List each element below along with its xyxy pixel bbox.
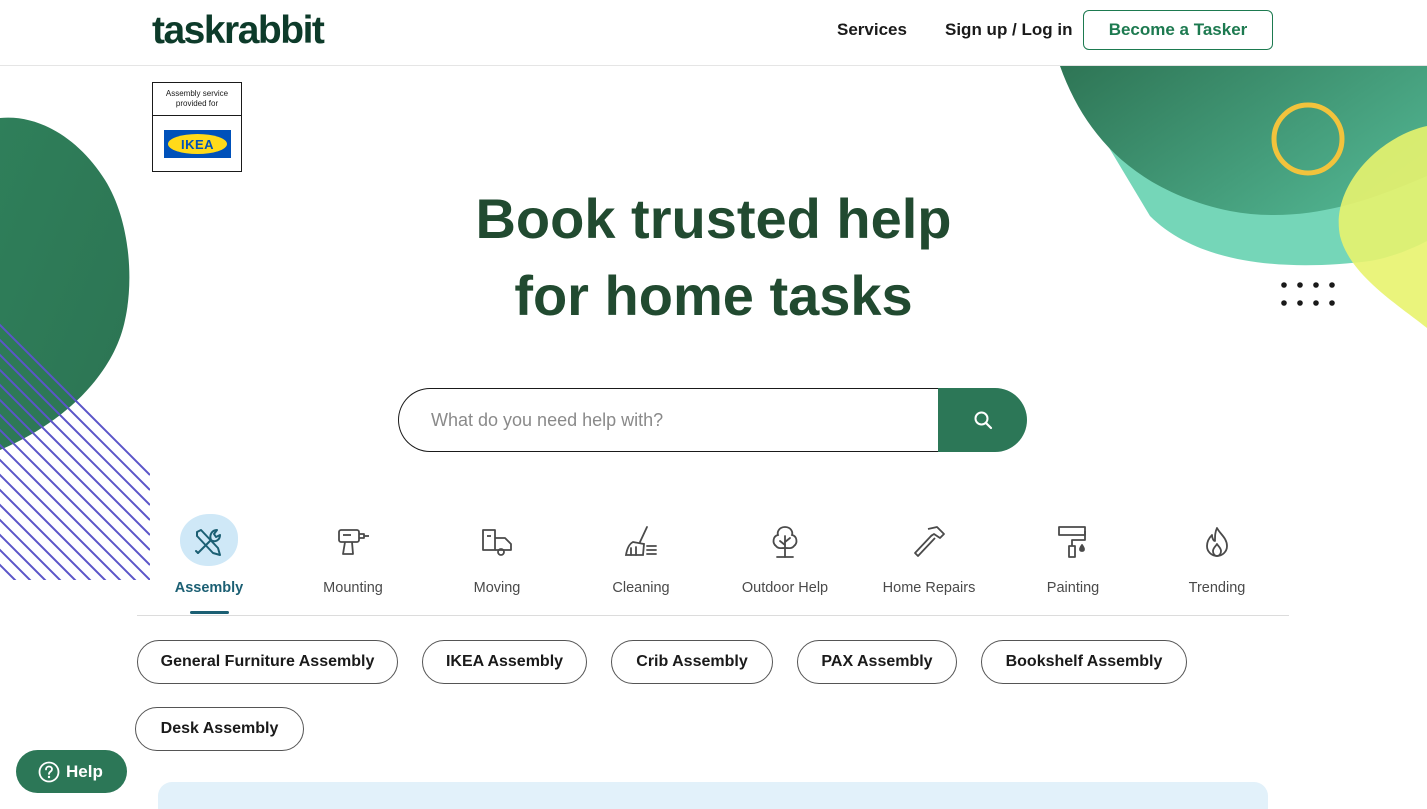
tab-label: Painting [1046, 580, 1100, 596]
tab-label: Trending [1188, 580, 1246, 596]
tab-label: Outdoor Help [741, 580, 829, 596]
nav-services-link[interactable]: Services [837, 20, 907, 40]
category-tabs: Assembly Mounting Moving Cleaning Outdoo… [137, 510, 1289, 616]
tab-mounting[interactable]: Mounting [281, 510, 425, 615]
ikea-logo: IKEA [164, 130, 231, 158]
tab-label: Assembly [174, 580, 244, 596]
tab-label: Mounting [323, 580, 383, 596]
broom-icon [619, 520, 663, 564]
hero-title-line1: Book trusted help [475, 187, 952, 250]
ikea-caption-line2: provided for [175, 99, 219, 108]
search-icon [974, 411, 992, 430]
ikea-caption-line1: Assembly service [165, 89, 229, 98]
hero-title-line2: for home tasks [514, 264, 913, 327]
tab-label: Moving [473, 580, 521, 596]
tab-cleaning[interactable]: Cleaning [569, 510, 713, 615]
active-tab-underline [190, 611, 229, 614]
chip-pax-assembly[interactable]: PAX Assembly [797, 640, 957, 684]
chip-desk-assembly[interactable]: Desk Assembly [135, 707, 304, 751]
chip-general-furniture-assembly[interactable]: General Furniture Assembly [137, 640, 398, 684]
ikea-badge-caption: Assembly service provided for [153, 83, 241, 116]
chip-ikea-assembly[interactable]: IKEA Assembly [422, 640, 587, 684]
tab-assembly[interactable]: Assembly [137, 510, 281, 615]
chip-crib-assembly[interactable]: Crib Assembly [611, 640, 773, 684]
flame-icon [1195, 520, 1239, 564]
moving-truck-icon [475, 520, 519, 564]
tree-icon [763, 520, 807, 564]
site-header: taskrabbit Services Sign up / Log in Bec… [0, 0, 1427, 66]
chip-bookshelf-assembly[interactable]: Bookshelf Assembly [981, 640, 1187, 684]
ikea-logo-text: IKEA [168, 134, 227, 154]
nav-signup-login-link[interactable]: Sign up / Log in [945, 20, 1072, 40]
paint-roller-icon [1051, 520, 1095, 564]
tab-label: Home Repairs [882, 580, 976, 596]
hammer-icon [907, 520, 951, 564]
tab-trending[interactable]: Trending [1145, 510, 1289, 615]
tab-label: Cleaning [612, 580, 670, 596]
tab-outdoor-help[interactable]: Outdoor Help [713, 510, 857, 615]
help-button[interactable]: Help [16, 750, 127, 793]
search-button[interactable] [938, 388, 1027, 452]
featured-panel [158, 782, 1268, 809]
taskrabbit-logo[interactable]: taskrabbit [152, 9, 325, 53]
search-input[interactable] [398, 388, 958, 452]
left-decoration [0, 117, 150, 580]
tab-painting[interactable]: Painting [1001, 510, 1145, 615]
help-label: Help [66, 761, 103, 781]
drill-icon [331, 520, 375, 564]
become-tasker-button[interactable]: Become a Tasker [1083, 10, 1273, 50]
hero-title: Book trusted help for home tasks [0, 180, 1427, 334]
tab-home-repairs[interactable]: Home Repairs [857, 510, 1001, 615]
ikea-partner-badge: Assembly service provided for IKEA [152, 82, 242, 172]
tools-icon [187, 520, 231, 564]
search-bar [398, 388, 1027, 452]
question-circle-icon [38, 761, 60, 782]
tab-moving[interactable]: Moving [425, 510, 569, 615]
